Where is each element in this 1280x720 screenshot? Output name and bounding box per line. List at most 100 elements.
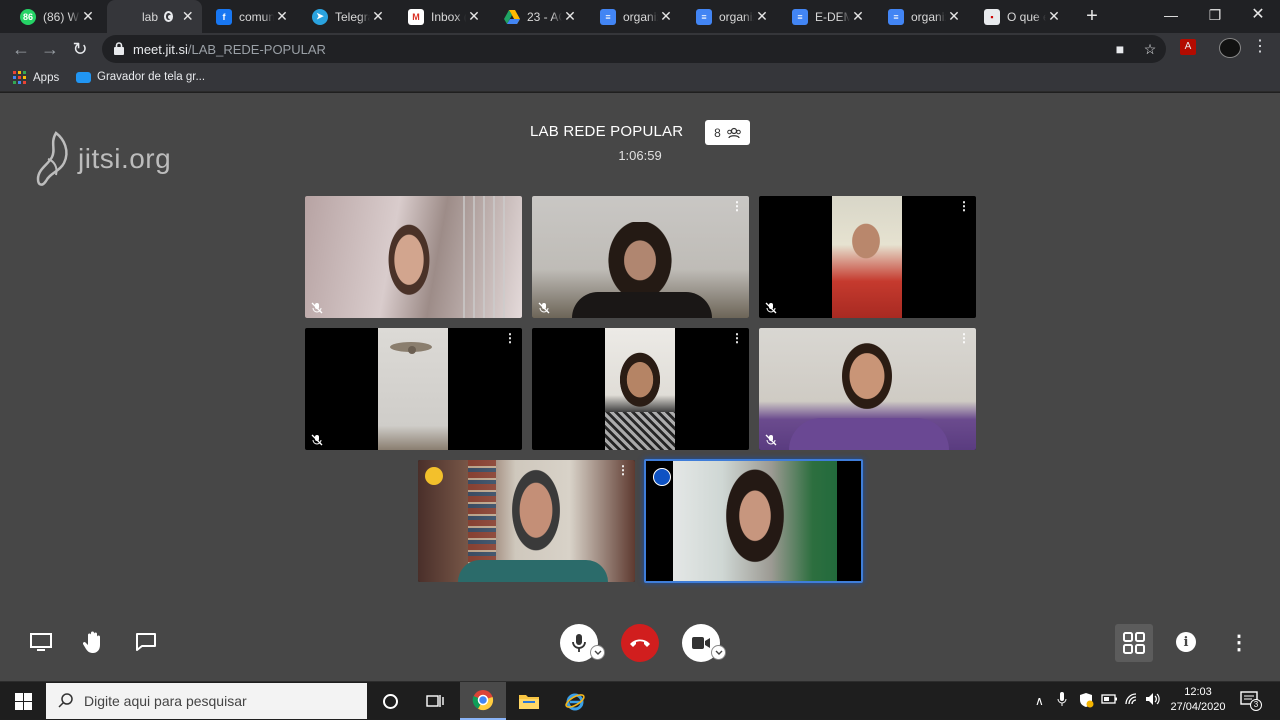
tile-menu-icon[interactable]: ⋮ <box>731 332 743 344</box>
muted-mic-icon <box>765 434 777 446</box>
tab-drive[interactable]: 23 - AGO ✕ <box>492 0 586 33</box>
cortana-button[interactable] <box>367 682 413 720</box>
camera-options-button[interactable] <box>711 645 726 660</box>
adobe-pdf-extension-icon[interactable]: A <box>1180 39 1196 55</box>
tile-view-button[interactable] <box>1115 624 1153 662</box>
tab-page[interactable]: ▪ O que é ✕ <box>972 0 1070 33</box>
participant-tile[interactable]: ⋮ <box>759 196 976 318</box>
search-icon <box>58 693 73 708</box>
apps-grid-icon <box>13 71 26 84</box>
back-button[interactable]: ← <box>10 38 32 60</box>
tile-menu-icon[interactable]: ⋮ <box>504 332 516 344</box>
participant-tile[interactable]: ⋮ <box>418 460 635 582</box>
close-tab-icon[interactable]: ✕ <box>274 8 290 25</box>
jitsi-logo: jitsi.org <box>34 129 171 189</box>
raise-hand-button[interactable] <box>82 629 106 655</box>
taskbar-search-box[interactable]: Digite aqui para pesquisar <box>46 683 367 719</box>
minimize-window-button[interactable]: — <box>1149 0 1193 30</box>
restore-window-button[interactable]: ❐ <box>1193 0 1237 30</box>
bookmarks-bar: Apps Gravador de tela gr... <box>0 65 1280 92</box>
close-tab-icon[interactable]: ✕ <box>754 8 770 25</box>
close-tab-icon[interactable]: ✕ <box>850 8 866 25</box>
microphone-tray-icon[interactable] <box>1057 692 1067 710</box>
battery-tray-icon[interactable] <box>1101 693 1118 708</box>
participant-video <box>378 328 448 450</box>
tab-docs-4[interactable]: ≡ organiza ✕ <box>876 0 970 33</box>
close-window-button[interactable]: ✕ <box>1236 0 1280 30</box>
tab-docs-3[interactable]: ≡ E-DEMO ✕ <box>780 0 874 33</box>
participant-tile[interactable]: ⋮ <box>532 196 749 318</box>
close-tab-icon[interactable]: ✕ <box>658 8 674 25</box>
taskbar-clock[interactable]: 12:03 27/04/2020 <box>1162 685 1234 715</box>
participant-count: 8 <box>714 125 721 140</box>
whatsapp-icon: 86 <box>20 8 36 25</box>
tab-gmail[interactable]: M Inbox ( ✕ <box>396 0 490 33</box>
close-tab-icon[interactable]: ✕ <box>946 8 962 25</box>
taskbar-chrome[interactable] <box>460 682 506 720</box>
facebook-icon: f <box>216 8 232 25</box>
participant-video <box>305 196 522 318</box>
taskbar-internet-explorer[interactable] <box>552 682 598 720</box>
close-tab-icon[interactable]: ✕ <box>1046 8 1062 25</box>
screen-share-button[interactable] <box>30 631 52 653</box>
tab-telegram[interactable]: ➤ Telegram ✕ <box>300 0 394 33</box>
chrome-icon <box>472 690 494 711</box>
internet-explorer-icon <box>565 693 585 711</box>
tile-menu-icon[interactable]: ⋮ <box>958 332 970 344</box>
muted-mic-icon <box>311 302 323 314</box>
cortana-circle-icon <box>382 693 398 709</box>
start-button[interactable] <box>0 682 46 720</box>
screen-share-icon <box>30 633 52 651</box>
tile-menu-icon[interactable]: ⋮ <box>731 200 743 212</box>
tile-menu-icon[interactable]: ⋮ <box>958 200 970 212</box>
address-bar[interactable]: meet.jit.si/LAB_REDE-POPULAR ■ ☆ <box>102 35 1166 63</box>
participant-tile[interactable]: ⋮ <box>305 328 522 450</box>
chevron-down-icon <box>594 650 601 655</box>
participant-tile-speaker[interactable] <box>644 459 863 583</box>
close-tab-icon[interactable]: ✕ <box>80 8 96 25</box>
security-shield-tray-icon[interactable] <box>1078 692 1094 711</box>
bookmark-screen-recorder[interactable]: Gravador de tela gr... <box>76 71 205 83</box>
participant-tile[interactable] <box>305 196 522 318</box>
clock-time: 12:03 <box>1184 686 1212 698</box>
chat-button[interactable] <box>135 631 157 653</box>
tab-title: organiza <box>719 9 754 24</box>
telegram-icon: ➤ <box>312 8 328 25</box>
profile-avatar[interactable] <box>1219 38 1241 58</box>
tab-whatsapp[interactable]: 86 (86) WhatsApp ✕ <box>8 0 104 33</box>
participant-tile[interactable]: ⋮ <box>759 328 976 450</box>
info-icon[interactable]: i <box>1176 632 1196 652</box>
tab-title: lab <box>142 9 159 24</box>
connection-indicator-icon[interactable] <box>425 467 443 485</box>
browser-toolbar: ← → ↻ meet.jit.si/LAB_REDE-POPULAR ■ ☆ A… <box>0 33 1280 65</box>
reload-button[interactable]: ↻ <box>69 38 91 60</box>
wifi-tray-icon[interactable] <box>1124 692 1140 709</box>
close-tab-icon[interactable]: ✕ <box>466 8 482 25</box>
camera-permission-icon[interactable]: ■ <box>1112 41 1128 57</box>
more-options-icon[interactable]: ⋮ <box>1229 631 1249 654</box>
bookmark-star-icon[interactable]: ☆ <box>1142 41 1158 57</box>
tab-facebook[interactable]: f comunidade ✕ <box>204 0 298 33</box>
microphone-options-button[interactable] <box>590 645 605 660</box>
tab-docs-2[interactable]: ≡ organiza ✕ <box>684 0 778 33</box>
close-tab-icon[interactable]: ✕ <box>562 8 578 25</box>
tab-docs-1[interactable]: ≡ organiza ✕ <box>588 0 682 33</box>
new-tab-button[interactable]: + <box>1082 4 1102 28</box>
google-docs-icon: ≡ <box>888 8 904 25</box>
forward-button[interactable]: → <box>39 38 61 60</box>
volume-tray-icon[interactable] <box>1145 692 1162 709</box>
taskbar-file-explorer[interactable] <box>506 682 552 720</box>
action-center-button[interactable]: 3 <box>1240 690 1262 713</box>
tile-menu-icon[interactable]: ⋮ <box>617 464 629 476</box>
participant-count-badge[interactable]: 8 <box>705 120 750 145</box>
menu-kebab-icon[interactable]: ⋮ <box>1252 39 1268 55</box>
task-view-button[interactable] <box>412 682 458 720</box>
participant-tile[interactable]: ⋮ <box>532 328 749 450</box>
hangup-button[interactable] <box>621 624 659 662</box>
show-hidden-icons-button[interactable]: ∧ <box>1035 694 1044 708</box>
bookmark-apps[interactable]: Apps <box>13 71 59 85</box>
close-tab-icon[interactable]: ✕ <box>370 8 386 25</box>
participant-video <box>418 460 635 582</box>
tab-jitsi-active[interactable]: lab ✕ <box>107 0 202 33</box>
close-tab-icon[interactable]: ✕ <box>181 8 194 25</box>
